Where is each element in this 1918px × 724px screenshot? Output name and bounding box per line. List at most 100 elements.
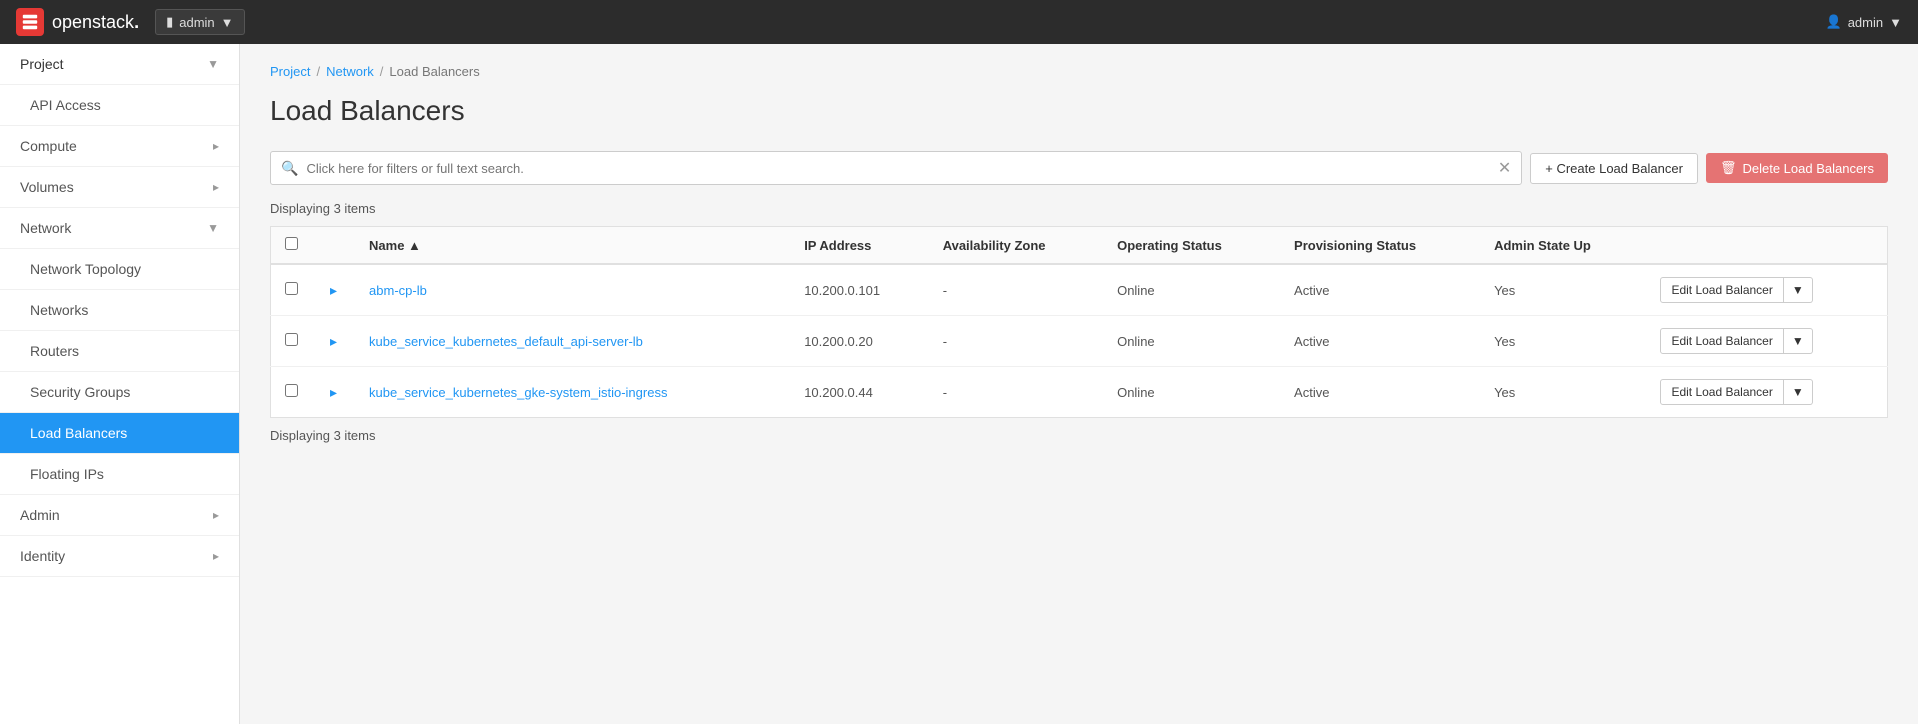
row-name-link-0[interactable]: abm-cp-lb [369,283,427,298]
row-name-cell: kube_service_kubernetes_default_api-serv… [355,316,790,367]
breadcrumb: Project / Network / Load Balancers [270,64,1888,79]
displaying-count-bottom: Displaying 3 items [270,428,1888,443]
brand-logo [16,8,44,36]
displaying-count-top: Displaying 3 items [270,201,1888,216]
sidebar-item-label: Routers [30,343,79,359]
main-content: Project / Network / Load Balancers Load … [240,44,1918,724]
admin-project-menu[interactable]: ▮ admin ▼ [155,9,244,35]
row-provisioning-status-cell: Active [1280,367,1480,418]
sidebar-item-load-balancers[interactable]: Load Balancers [0,413,239,454]
user-menu[interactable]: 👤 admin ▼ [1826,14,1902,30]
row-provisioning-status-cell: Active [1280,264,1480,316]
row-checkbox-cell [271,316,313,367]
row-name-cell: abm-cp-lb [355,264,790,316]
create-load-balancer-button[interactable]: + Create Load Balancer [1530,153,1698,184]
table-header-name[interactable]: Name ▲ [355,227,790,265]
expand-button-1[interactable]: ▸ [326,331,341,352]
table-row: ▸ abm-cp-lb 10.200.0.101 - Online Active… [271,264,1888,316]
expand-button-2[interactable]: ▸ [326,382,341,403]
row-name-link-1[interactable]: kube_service_kubernetes_default_api-serv… [369,334,643,349]
row-checkbox-1[interactable] [285,333,298,346]
delete-load-balancers-button[interactable]: 🗑 Delete Load Balancers [1706,153,1888,183]
action-dropdown-button-1[interactable]: ▼ [1784,328,1813,354]
sidebar-item-identity[interactable]: Identity ▸ [0,536,239,577]
search-clear-icon[interactable]: ✕ [1498,158,1511,178]
sidebar-item-floating-ips[interactable]: Floating IPs [0,454,239,495]
sidebar-item-network-topology[interactable]: Network Topology [0,249,239,290]
table-header: Name ▲ IP Address Availability Zone Oper… [271,227,1888,265]
sidebar-item-routers[interactable]: Routers [0,331,239,372]
table-header-az: Availability Zone [929,227,1103,265]
row-admin-state-cell: Yes [1480,316,1646,367]
breadcrumb-sep-1: / [316,64,320,79]
main-layout: Project ▼ API Access Compute ▸ Volumes ▸… [0,44,1918,724]
row-operating-status-cell: Online [1103,264,1280,316]
sidebar-item-networks[interactable]: Networks [0,290,239,331]
table-row: ▸ kube_service_kubernetes_gke-system_ist… [271,367,1888,418]
sidebar-item-api-access[interactable]: API Access [0,85,239,126]
breadcrumb-project[interactable]: Project [270,64,310,79]
row-ip-cell: 10.200.0.44 [790,367,929,418]
chevron-down-icon: ▼ [207,221,219,235]
sidebar-item-volumes[interactable]: Volumes ▸ [0,167,239,208]
expand-button-0[interactable]: ▸ [326,280,341,301]
select-all-checkbox[interactable] [285,237,298,250]
action-dropdown-button-2[interactable]: ▼ [1784,379,1813,405]
edit-load-balancer-button-1[interactable]: Edit Load Balancer [1660,328,1783,354]
chevron-down-icon: ▼ [207,57,219,71]
action-dropdown-button-0[interactable]: ▼ [1784,277,1813,303]
sidebar-item-label: Volumes [20,179,74,195]
row-admin-state-cell: Yes [1480,367,1646,418]
sidebar-item-label: Security Groups [30,384,130,400]
sidebar: Project ▼ API Access Compute ▸ Volumes ▸… [0,44,240,724]
sidebar-item-project[interactable]: Project ▼ [0,44,239,85]
sidebar-item-label: Network [20,220,71,236]
chevron-right-icon: ▸ [213,508,219,522]
trash-icon: 🗑 [1720,160,1737,176]
row-name-link-2[interactable]: kube_service_kubernetes_gke-system_istio… [369,385,667,400]
brand: openstack. [16,8,139,36]
edit-load-balancer-button-0[interactable]: Edit Load Balancer [1660,277,1783,303]
search-box: 🔍 ✕ [270,151,1522,185]
sidebar-item-network[interactable]: Network ▼ [0,208,239,249]
sidebar-item-label: Load Balancers [30,425,127,441]
delete-label: Delete Load Balancers [1742,161,1874,176]
sidebar-item-label: Compute [20,138,77,154]
row-checkbox-0[interactable] [285,282,298,295]
top-navbar: openstack. ▮ admin ▼ 👤 admin ▼ [0,0,1918,44]
row-admin-state-cell: Yes [1480,264,1646,316]
sidebar-item-label: Admin [20,507,60,523]
search-icon: 🔍 [281,160,298,177]
sidebar-item-label: Networks [30,302,88,318]
user-icon: 👤 [1826,14,1842,30]
row-ip-cell: 10.200.0.20 [790,316,929,367]
table-header-operating-status: Operating Status [1103,227,1280,265]
action-group-0: Edit Load Balancer ▼ [1660,277,1873,303]
row-checkbox-2[interactable] [285,384,298,397]
sidebar-item-security-groups[interactable]: Security Groups [0,372,239,413]
toolbar: 🔍 ✕ + Create Load Balancer 🗑 Delete Load… [270,151,1888,185]
table-header-expand [312,227,355,265]
sidebar-item-compute[interactable]: Compute ▸ [0,126,239,167]
breadcrumb-sep-2: / [380,64,384,79]
chevron-right-icon: ▸ [213,180,219,194]
table-header-provisioning-status: Provisioning Status [1280,227,1480,265]
chevron-right-icon: ▸ [213,549,219,563]
edit-load-balancer-button-2[interactable]: Edit Load Balancer [1660,379,1783,405]
breadcrumb-network[interactable]: Network [326,64,374,79]
sidebar-item-admin[interactable]: Admin ▸ [0,495,239,536]
row-expand-cell: ▸ [312,316,355,367]
row-az-cell: - [929,264,1103,316]
search-input[interactable] [306,161,1489,176]
sidebar-item-label: Project [20,56,64,72]
chevron-down-icon: ▼ [221,15,234,30]
page-title: Load Balancers [270,95,1888,127]
row-checkbox-cell [271,367,313,418]
nav-left: openstack. ▮ admin ▼ [16,8,245,36]
table-header-checkbox [271,227,313,265]
row-az-cell: - [929,316,1103,367]
row-action-cell: Edit Load Balancer ▼ [1646,264,1887,316]
table-header-ip: IP Address [790,227,929,265]
action-group-2: Edit Load Balancer ▼ [1660,379,1873,405]
row-checkbox-cell [271,264,313,316]
